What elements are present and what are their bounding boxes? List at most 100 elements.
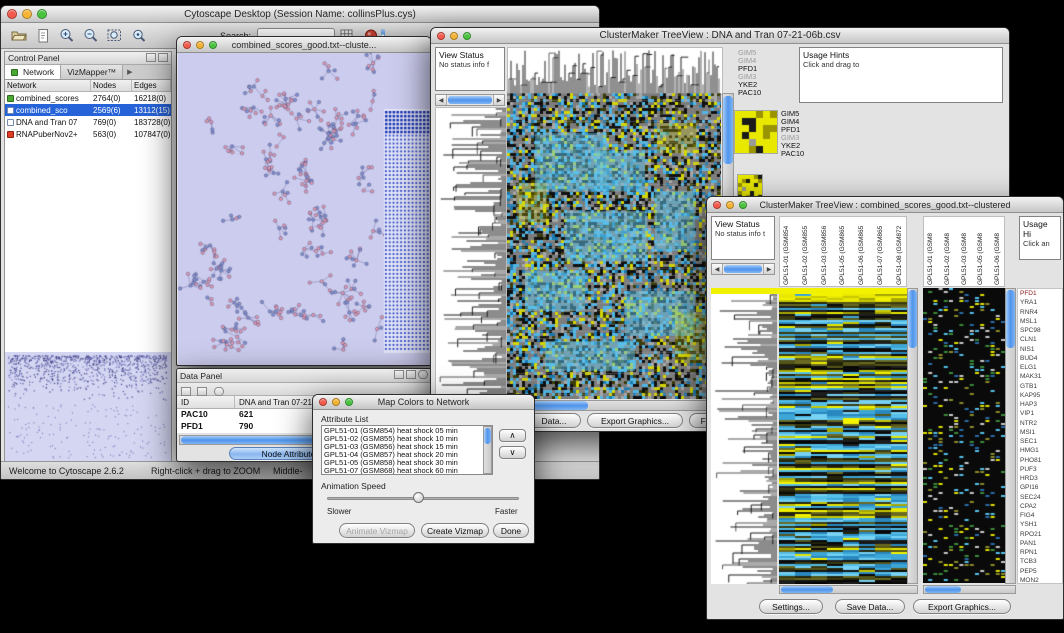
zoom-button[interactable]: [345, 398, 353, 406]
close-button[interactable]: [319, 398, 327, 406]
import-file-icon[interactable]: [33, 26, 52, 45]
treeview-combined-titlebar[interactable]: ClusterMaker TreeView : combined_scores_…: [707, 197, 1063, 213]
listbox-vscrollbar[interactable]: [483, 426, 492, 474]
scrollbar-thumb[interactable]: [723, 96, 733, 164]
gene-label[interactable]: PFD1: [1020, 289, 1062, 298]
float-panel-icon[interactable]: [146, 53, 156, 62]
export-graphics-button[interactable]: Export Graphics...: [587, 413, 683, 428]
attribute-list-item[interactable]: GPL51-05 (GSM858) heat shock 30 min: [324, 459, 490, 467]
tab-network[interactable]: Network: [5, 65, 61, 79]
secondary-vscrollbar[interactable]: [1005, 288, 1016, 584]
export-graphics-button[interactable]: Export Graphics...: [913, 599, 1011, 614]
gene-label[interactable]: HMG1: [1020, 446, 1062, 455]
secondary-hscrollbar[interactable]: [923, 585, 1016, 594]
float-panel-icon[interactable]: [406, 370, 416, 379]
attribute-list-item[interactable]: GPL51-01 (GSM854) heat shock 05 min: [324, 427, 490, 435]
gene-label[interactable]: ELG1: [1020, 363, 1062, 372]
row-dendrogram-canvas[interactable]: [711, 294, 777, 584]
zoom-button[interactable]: [209, 41, 217, 49]
scroll-thumb[interactable]: [724, 265, 762, 273]
attribute-list-item[interactable]: GPL51-07 (GSM868) heat shock 60 min: [324, 467, 490, 475]
minimize-button[interactable]: [196, 41, 204, 49]
network-canvas[interactable]: [178, 53, 430, 365]
scrollbar-thumb[interactable]: [925, 586, 961, 593]
gene-label[interactable]: FIG4: [1020, 511, 1062, 520]
open-folder-icon[interactable]: [9, 26, 28, 45]
gene-label[interactable]: NTR2: [1020, 419, 1062, 428]
network-row-rnapuber[interactable]: RNAPuberNov2+ 563(0) 107847(0): [5, 128, 171, 140]
scroll-right-arrow[interactable]: ▶: [493, 95, 504, 105]
network-view-titlebar[interactable]: combined_scores_good.txt--cluste...: [177, 37, 431, 53]
gene-label[interactable]: RPO21: [1020, 530, 1062, 539]
dialog-titlebar[interactable]: Map Colors to Network: [313, 395, 534, 410]
gene-label[interactable]: YSH1: [1020, 520, 1062, 529]
treeview-dna-titlebar[interactable]: ClusterMaker TreeView : DNA and Tran 07-…: [431, 28, 1009, 44]
scrollbar-thumb[interactable]: [908, 290, 917, 348]
attribute-select-icon[interactable]: [181, 387, 191, 396]
gene-label[interactable]: YRA1: [1020, 298, 1062, 307]
scrollbar-thumb[interactable]: [1006, 290, 1015, 348]
gene-label[interactable]: MSI1: [1020, 428, 1062, 437]
network-row-combined-sco-selected[interactable]: combined_sco 2569(6) 13112(15): [5, 104, 171, 116]
attribute-create-icon[interactable]: [197, 387, 207, 396]
scrollbar-thumb[interactable]: [484, 428, 491, 444]
minimize-button[interactable]: [22, 9, 32, 19]
gene-label[interactable]: MAK31: [1020, 372, 1062, 381]
close-button[interactable]: [7, 9, 17, 19]
heatmap-hscrollbar[interactable]: [507, 400, 734, 411]
gene-label[interactable]: GPI16: [1020, 483, 1062, 492]
zoom-out-icon[interactable]: [81, 26, 100, 45]
gene-label[interactable]: SEC1: [1020, 437, 1062, 446]
gene-label[interactable]: HRD3: [1020, 474, 1062, 483]
scrollbar-thumb[interactable]: [781, 586, 833, 593]
database-icon[interactable]: [418, 370, 428, 379]
zoom-button[interactable]: [37, 9, 47, 19]
save-data-button[interactable]: Save Data...: [835, 599, 905, 614]
gene-label[interactable]: MSL1: [1020, 317, 1062, 326]
zoom-button[interactable]: [739, 201, 747, 209]
close-button[interactable]: [437, 32, 445, 40]
attribute-listbox[interactable]: GPL51-01 (GSM854) heat shock 05 min GPL51…: [321, 425, 493, 475]
gene-label[interactable]: SEC24: [1020, 493, 1062, 502]
scrollbar-thumb[interactable]: [181, 436, 329, 444]
attribute-db-icon[interactable]: [214, 387, 224, 396]
gene-label[interactable]: PHO81: [1020, 456, 1062, 465]
heatmap-hscrollbar[interactable]: [779, 585, 918, 594]
secondary-heatmap-canvas[interactable]: [923, 288, 1005, 583]
network-row-dna-tran[interactable]: DNA and Tran 07 769(0) 183728(0): [5, 116, 171, 128]
zoom-button[interactable]: [463, 32, 471, 40]
gene-label[interactable]: NIS1: [1020, 345, 1062, 354]
close-button[interactable]: [183, 41, 191, 49]
settings-button[interactable]: Settings...: [759, 599, 823, 614]
create-vizmap-button[interactable]: Create Vizmap: [421, 523, 489, 538]
gene-label[interactable]: PAN1: [1020, 539, 1062, 548]
scroll-left-arrow[interactable]: ◀: [436, 95, 447, 105]
tab-vizmapper[interactable]: VizMapper™: [61, 65, 123, 79]
gene-label[interactable]: MON2: [1020, 576, 1062, 584]
tabs-overflow-arrow[interactable]: ▶: [123, 65, 136, 79]
move-down-button[interactable]: ∨: [499, 446, 526, 459]
table-icon[interactable]: [394, 370, 404, 379]
zoom-fit-icon[interactable]: [105, 26, 124, 45]
gene-label[interactable]: PEP5: [1020, 567, 1062, 576]
scroll-left-arrow[interactable]: ◀: [712, 264, 723, 274]
gene-label[interactable]: PUF3: [1020, 465, 1062, 474]
move-up-button[interactable]: ∧: [499, 429, 526, 442]
minimize-button[interactable]: [332, 398, 340, 406]
gene-label[interactable]: BUD4: [1020, 354, 1062, 363]
save-data-button[interactable]: Data...: [527, 413, 581, 428]
gene-label[interactable]: SPC98: [1020, 326, 1062, 335]
gene-label[interactable]: TCB3: [1020, 557, 1062, 566]
heatmap-canvas[interactable]: [779, 294, 907, 584]
row-dendrogram-canvas[interactable]: [435, 107, 507, 401]
zoom-selected-icon[interactable]: [129, 26, 148, 45]
column-dendrogram-canvas[interactable]: [507, 47, 723, 95]
gene-label[interactable]: VIP1: [1020, 409, 1062, 418]
slider-handle[interactable]: [413, 492, 424, 503]
zoom-in-icon[interactable]: [57, 26, 76, 45]
network-row-combined-scores[interactable]: combined_scores 2764(0) 16218(0): [5, 92, 171, 104]
gene-label[interactable]: CPA2: [1020, 502, 1062, 511]
minimize-button[interactable]: [450, 32, 458, 40]
scroll-right-arrow[interactable]: ▶: [763, 264, 774, 274]
done-button[interactable]: Done: [493, 523, 529, 538]
